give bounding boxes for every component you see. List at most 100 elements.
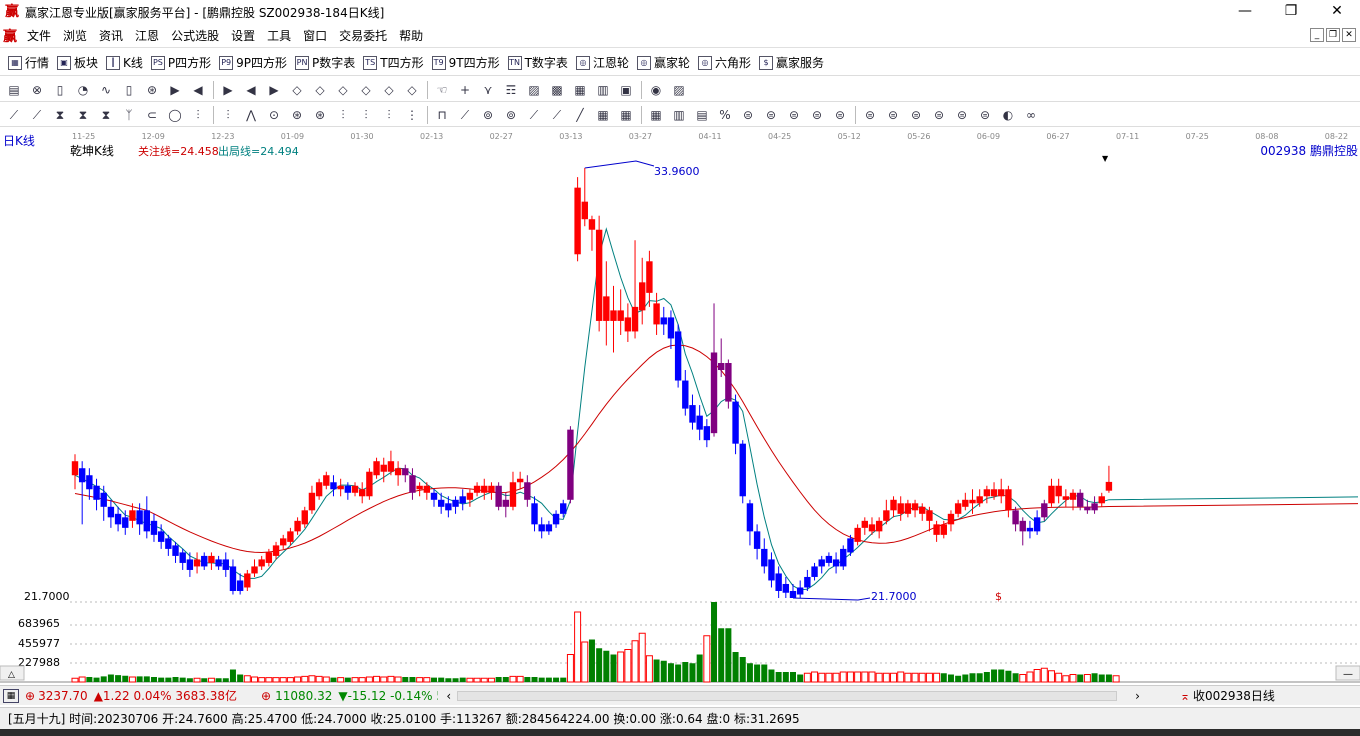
draw-tool-32-icon[interactable]: ⊜	[762, 106, 780, 124]
draw-tool-13-icon[interactable]: ⊛	[311, 106, 329, 124]
draw-tool-37-icon[interactable]: ⊜	[884, 106, 902, 124]
menu-news[interactable]: 资讯	[93, 27, 129, 44]
draw-tool-41-icon[interactable]: ⊜	[976, 106, 994, 124]
draw-tool-24-icon[interactable]: ╱	[571, 106, 589, 124]
dropdown-marker-icon[interactable]: ▼	[1102, 154, 1109, 163]
draw-tool-17-icon[interactable]: ⋮	[403, 106, 421, 124]
toolbar-item-tn[interactable]: TN T数字表	[507, 54, 568, 71]
draw-tool-1-icon[interactable]: ⟋	[28, 106, 46, 124]
menu-window[interactable]: 窗口	[297, 27, 333, 44]
mdi-close-button[interactable]: ✕	[1342, 28, 1356, 42]
toolbar-item-hexagon[interactable]: ◎ 六角形	[697, 54, 751, 71]
draw-tool-16-icon[interactable]: ⫶	[380, 106, 398, 124]
chart-tool-5-icon[interactable]: ▯	[120, 81, 138, 99]
chart-tool-16-icon[interactable]: ◇	[380, 81, 398, 99]
draw-tool-43-icon[interactable]: ∞	[1022, 106, 1040, 124]
draw-tool-2-icon[interactable]: ⧗	[51, 106, 69, 124]
draw-tool-27-icon[interactable]: ▦	[647, 106, 665, 124]
toolbar-item-blocks[interactable]: ▣ 板块	[57, 54, 98, 71]
draw-tool-36-icon[interactable]: ⊜	[861, 106, 879, 124]
chart-tool-8-icon[interactable]: ◀	[189, 81, 207, 99]
scroll-right-icon[interactable]: ›	[1135, 689, 1140, 703]
draw-tool-20-icon[interactable]: ⊚	[479, 106, 497, 124]
draw-tool-19-icon[interactable]: ⟋	[456, 106, 474, 124]
chart-tool-21-icon[interactable]: ☶	[502, 81, 520, 99]
chart-tool-6-icon[interactable]: ⊛	[143, 81, 161, 99]
draw-tool-4-icon[interactable]: ⧗	[97, 106, 115, 124]
chart-tool-22-icon[interactable]: ▨	[525, 81, 543, 99]
chart-tool-15-icon[interactable]: ◇	[357, 81, 375, 99]
mdi-minimize-button[interactable]: _	[1310, 28, 1324, 42]
chart-tool-11-icon[interactable]: ▶	[265, 81, 283, 99]
draw-tool-10-icon[interactable]: ⋀	[242, 106, 260, 124]
minimize-button[interactable]: —	[1222, 0, 1268, 24]
menu-browse[interactable]: 浏览	[57, 27, 93, 44]
draw-tool-21-icon[interactable]: ⊚	[502, 106, 520, 124]
toolbar-item-dollar[interactable]: $ 赢家服务	[758, 54, 824, 71]
draw-tool-14-icon[interactable]: ⫶	[334, 106, 352, 124]
chart-tool-1-icon[interactable]: ⊗	[28, 81, 46, 99]
scroll-left-icon[interactable]: ‹	[446, 689, 451, 703]
toolbar-item-ps[interactable]: PS P四方形	[150, 54, 211, 71]
draw-tool-42-icon[interactable]: ◐	[999, 106, 1017, 124]
chart-tool-10-icon[interactable]: ◀	[242, 81, 260, 99]
draw-tool-25-icon[interactable]: ▦	[594, 106, 612, 124]
chart-tool-26-icon[interactable]: ▣	[617, 81, 635, 99]
draw-tool-7-icon[interactable]: ◯	[166, 106, 184, 124]
menu-settings[interactable]: 设置	[225, 27, 261, 44]
chart-tool-0-icon[interactable]: ▤	[5, 81, 23, 99]
quote-grid-icon[interactable]: ▦	[3, 688, 19, 703]
draw-tool-34-icon[interactable]: ⊜	[808, 106, 826, 124]
pin-icon[interactable]: ⌅	[1180, 689, 1190, 703]
draw-tool-38-icon[interactable]: ⊜	[907, 106, 925, 124]
toolbar-item-grid[interactable]: ▦ 行情	[8, 54, 49, 71]
chart-tool-3-icon[interactable]: ◔	[74, 81, 92, 99]
draw-tool-12-icon[interactable]: ⊛	[288, 106, 306, 124]
toolbar-item-pn[interactable]: PN P数字表	[295, 54, 355, 71]
menu-file[interactable]: 文件	[21, 27, 57, 44]
toolbar-item-p9[interactable]: P9 9P四方形	[219, 54, 287, 71]
menu-tools[interactable]: 工具	[261, 27, 297, 44]
kline-chart-panel[interactable]: 日K线 乾坤K线 关注线=24.458 出局线=24.494 002938 鹏鼎…	[0, 128, 1360, 684]
draw-tool-40-icon[interactable]: ⊜	[953, 106, 971, 124]
app-menu-icon[interactable]: 赢	[3, 26, 21, 46]
draw-tool-35-icon[interactable]: ⊜	[831, 106, 849, 124]
restore-button[interactable]: ❐	[1268, 0, 1314, 24]
toolbar-item-gann-wheel[interactable]: ◎ 江恩轮	[575, 54, 629, 71]
chart-tool-28-icon[interactable]: ▨	[670, 81, 688, 99]
toolbar-item-winner-wheel[interactable]: ◎ 赢家轮	[636, 54, 690, 71]
draw-tool-11-icon[interactable]: ⊙	[265, 106, 283, 124]
chart-tool-18-icon[interactable]: ☜	[433, 81, 451, 99]
toolbar-item-ts[interactable]: TS T四方形	[363, 54, 424, 71]
chart-tool-14-icon[interactable]: ◇	[334, 81, 352, 99]
toolbar-item-t9[interactable]: T9 9T四方形	[431, 54, 500, 71]
mdi-restore-button[interactable]: ❐	[1326, 28, 1340, 42]
draw-tool-18-icon[interactable]: ⊓	[433, 106, 451, 124]
chart-tool-27-icon[interactable]: ◉	[647, 81, 665, 99]
menu-trade[interactable]: 交易委托	[333, 27, 393, 44]
draw-tool-30-icon[interactable]: %	[716, 106, 734, 124]
menu-help[interactable]: 帮助	[393, 27, 429, 44]
draw-tool-6-icon[interactable]: ⊂	[143, 106, 161, 124]
chart-tool-25-icon[interactable]: ▥	[594, 81, 612, 99]
chart-tool-2-icon[interactable]: ▯	[51, 81, 69, 99]
draw-tool-31-icon[interactable]: ⊜	[739, 106, 757, 124]
menu-formula[interactable]: 公式选股	[165, 27, 225, 44]
draw-tool-8-icon[interactable]: ⫶	[189, 106, 207, 124]
toolbar-item-kline[interactable]: ┃ K线	[106, 54, 143, 71]
chart-tool-7-icon[interactable]: ▶	[166, 81, 184, 99]
close-button[interactable]: ✕	[1314, 0, 1360, 24]
draw-tool-5-icon[interactable]: ᛉ	[120, 106, 138, 124]
draw-tool-23-icon[interactable]: ⟋	[548, 106, 566, 124]
draw-tool-39-icon[interactable]: ⊜	[930, 106, 948, 124]
draw-tool-0-icon[interactable]: ⟋	[5, 106, 23, 124]
chart-tool-13-icon[interactable]: ◇	[311, 81, 329, 99]
chart-tool-4-icon[interactable]: ∿	[97, 81, 115, 99]
draw-tool-29-icon[interactable]: ▤	[693, 106, 711, 124]
menu-gann[interactable]: 江恩	[129, 27, 165, 44]
draw-tool-28-icon[interactable]: ▥	[670, 106, 688, 124]
chart-tool-19-icon[interactable]: +	[456, 81, 474, 99]
chart-tool-17-icon[interactable]: ◇	[403, 81, 421, 99]
chart-tool-9-icon[interactable]: ▶	[219, 81, 237, 99]
horizontal-scrollbar[interactable]	[457, 690, 1118, 701]
